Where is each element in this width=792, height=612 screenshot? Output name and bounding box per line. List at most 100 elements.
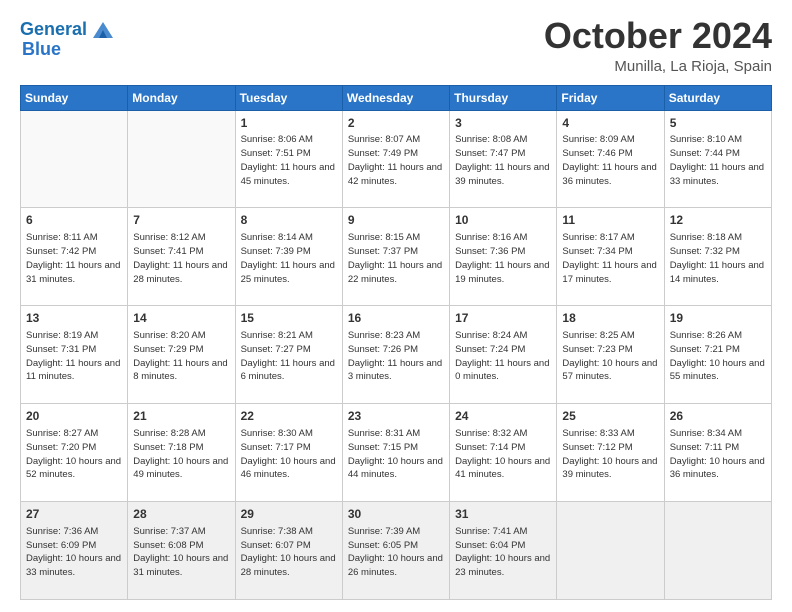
header: General Blue October 2024 Munilla, La Ri…: [20, 16, 772, 75]
calendar-cell: 26Sunrise: 8:34 AM Sunset: 7:11 PM Dayli…: [664, 404, 771, 502]
day-number: 18: [562, 310, 658, 327]
day-info: Sunrise: 8:17 AM Sunset: 7:34 PM Dayligh…: [562, 231, 658, 286]
day-info: Sunrise: 8:27 AM Sunset: 7:20 PM Dayligh…: [26, 427, 122, 482]
day-info: Sunrise: 8:16 AM Sunset: 7:36 PM Dayligh…: [455, 231, 551, 286]
day-number: 6: [26, 212, 122, 229]
title-block: October 2024 Munilla, La Rioja, Spain: [544, 16, 772, 75]
calendar-cell: [557, 502, 664, 600]
day-number: 2: [348, 115, 444, 132]
calendar-cell: 22 Sunrise: 8:30 AM Sunset: 7:17 PM Dayli…: [235, 404, 342, 502]
weekday-header: Thursday: [450, 85, 557, 110]
calendar-cell: 30Sunrise: 7:39 AM Sunset: 6:05 PM Dayli…: [342, 502, 449, 600]
day-number: 31: [455, 506, 551, 523]
day-info: Sunrise: 8:23 AM Sunset: 7:26 PM Dayligh…: [348, 329, 444, 384]
calendar-cell: 15 Sunrise: 8:21 AM Sunset: 7:27 PM Dayli…: [235, 306, 342, 404]
calendar-cell: 4Sunrise: 8:09 AM Sunset: 7:46 PM Daylig…: [557, 110, 664, 208]
day-number: 22: [241, 408, 337, 425]
calendar-week-row: 27Sunrise: 7:36 AM Sunset: 6:09 PM Dayli…: [21, 502, 772, 600]
day-info: Sunrise: 8:21 AM Sunset: 7:27 PM Dayligh…: [241, 329, 337, 384]
day-number: 26: [670, 408, 766, 425]
day-info: Sunrise: 8:11 AM Sunset: 7:42 PM Dayligh…: [26, 231, 122, 286]
day-number: 11: [562, 212, 658, 229]
day-info: Sunrise: 8:24 AM Sunset: 7:24 PM Dayligh…: [455, 329, 551, 384]
calendar-cell: [21, 110, 128, 208]
logo: General Blue: [20, 16, 117, 60]
day-info: Sunrise: 8:18 AM Sunset: 7:32 PM Dayligh…: [670, 231, 766, 286]
day-number: 24: [455, 408, 551, 425]
day-info: Sunrise: 8:31 AM Sunset: 7:15 PM Dayligh…: [348, 427, 444, 482]
calendar-cell: 13Sunrise: 8:19 AM Sunset: 7:31 PM Dayli…: [21, 306, 128, 404]
day-number: 21: [133, 408, 229, 425]
day-info: Sunrise: 8:25 AM Sunset: 7:23 PM Dayligh…: [562, 329, 658, 384]
location-subtitle: Munilla, La Rioja, Spain: [544, 58, 772, 75]
day-info: Sunrise: 8:26 AM Sunset: 7:21 PM Dayligh…: [670, 329, 766, 384]
day-number: 16: [348, 310, 444, 327]
day-info: Sunrise: 8:10 AM Sunset: 7:44 PM Dayligh…: [670, 133, 766, 188]
day-info: Sunrise: 8:33 AM Sunset: 7:12 PM Dayligh…: [562, 427, 658, 482]
day-info: Sunrise: 8:06 AM Sunset: 7:51 PM Dayligh…: [241, 133, 337, 188]
calendar-cell: [664, 502, 771, 600]
day-number: 1: [241, 115, 337, 132]
day-number: 9: [348, 212, 444, 229]
calendar-cell: [128, 110, 235, 208]
day-info: Sunrise: 7:41 AM Sunset: 6:04 PM Dayligh…: [455, 525, 551, 580]
weekday-header: Saturday: [664, 85, 771, 110]
day-info: Sunrise: 8:15 AM Sunset: 7:37 PM Dayligh…: [348, 231, 444, 286]
day-info: Sunrise: 7:37 AM Sunset: 6:08 PM Dayligh…: [133, 525, 229, 580]
calendar-cell: 8 Sunrise: 8:14 AM Sunset: 7:39 PM Daylig…: [235, 208, 342, 306]
day-number: 23: [348, 408, 444, 425]
calendar-cell: 16 Sunrise: 8:23 AM Sunset: 7:26 PM Dayli…: [342, 306, 449, 404]
weekday-header: Friday: [557, 85, 664, 110]
calendar-table: SundayMondayTuesdayWednesdayThursdayFrid…: [20, 85, 772, 600]
weekday-header: Wednesday: [342, 85, 449, 110]
calendar-cell: 21Sunrise: 8:28 AM Sunset: 7:18 PM Dayli…: [128, 404, 235, 502]
month-title: October 2024: [544, 16, 772, 56]
day-info: Sunrise: 8:07 AM Sunset: 7:49 PM Dayligh…: [348, 133, 444, 188]
page: General Blue October 2024 Munilla, La Ri…: [0, 0, 792, 612]
weekday-header-row: SundayMondayTuesdayWednesdayThursdayFrid…: [21, 85, 772, 110]
calendar-cell: 3Sunrise: 8:08 AM Sunset: 7:47 PM Daylig…: [450, 110, 557, 208]
day-info: Sunrise: 8:20 AM Sunset: 7:29 PM Dayligh…: [133, 329, 229, 384]
day-number: 12: [670, 212, 766, 229]
calendar-cell: 24 Sunrise: 8:32 AM Sunset: 7:14 PM Dayli…: [450, 404, 557, 502]
day-number: 7: [133, 212, 229, 229]
day-info: Sunrise: 7:38 AM Sunset: 6:07 PM Dayligh…: [241, 525, 337, 580]
calendar-cell: 28 Sunrise: 7:37 AM Sunset: 6:08 PM Dayli…: [128, 502, 235, 600]
calendar-week-row: 6 Sunrise: 8:11 AM Sunset: 7:42 PM Daylig…: [21, 208, 772, 306]
day-number: 17: [455, 310, 551, 327]
calendar-cell: 1Sunrise: 8:06 AM Sunset: 7:51 PM Daylig…: [235, 110, 342, 208]
day-info: Sunrise: 8:30 AM Sunset: 7:17 PM Dayligh…: [241, 427, 337, 482]
calendar-cell: 7Sunrise: 8:12 AM Sunset: 7:41 PM Daylig…: [128, 208, 235, 306]
calendar-cell: 2Sunrise: 8:07 AM Sunset: 7:49 PM Daylig…: [342, 110, 449, 208]
calendar-cell: 18 Sunrise: 8:25 AM Sunset: 7:23 PM Dayli…: [557, 306, 664, 404]
logo-text2: Blue: [20, 40, 61, 60]
day-number: 30: [348, 506, 444, 523]
weekday-header: Tuesday: [235, 85, 342, 110]
day-info: Sunrise: 8:14 AM Sunset: 7:39 PM Dayligh…: [241, 231, 337, 286]
calendar-cell: 5Sunrise: 8:10 AM Sunset: 7:44 PM Daylig…: [664, 110, 771, 208]
day-number: 8: [241, 212, 337, 229]
calendar-cell: 23 Sunrise: 8:31 AM Sunset: 7:15 PM Dayli…: [342, 404, 449, 502]
calendar-cell: 11 Sunrise: 8:17 AM Sunset: 7:34 PM Dayli…: [557, 208, 664, 306]
day-number: 15: [241, 310, 337, 327]
weekday-header: Sunday: [21, 85, 128, 110]
day-info: Sunrise: 8:32 AM Sunset: 7:14 PM Dayligh…: [455, 427, 551, 482]
day-number: 13: [26, 310, 122, 327]
day-number: 3: [455, 115, 551, 132]
calendar-cell: 25Sunrise: 8:33 AM Sunset: 7:12 PM Dayli…: [557, 404, 664, 502]
day-number: 4: [562, 115, 658, 132]
day-number: 20: [26, 408, 122, 425]
calendar-week-row: 13Sunrise: 8:19 AM Sunset: 7:31 PM Dayli…: [21, 306, 772, 404]
day-number: 28: [133, 506, 229, 523]
logo-text: General: [20, 20, 87, 40]
calendar-week-row: 20 Sunrise: 8:27 AM Sunset: 7:20 PM Dayli…: [21, 404, 772, 502]
day-info: Sunrise: 8:09 AM Sunset: 7:46 PM Dayligh…: [562, 133, 658, 188]
day-info: Sunrise: 8:08 AM Sunset: 7:47 PM Dayligh…: [455, 133, 551, 188]
day-number: 14: [133, 310, 229, 327]
calendar-cell: 14 Sunrise: 8:20 AM Sunset: 7:29 PM Dayli…: [128, 306, 235, 404]
day-number: 5: [670, 115, 766, 132]
day-number: 19: [670, 310, 766, 327]
calendar-cell: 6 Sunrise: 8:11 AM Sunset: 7:42 PM Daylig…: [21, 208, 128, 306]
day-number: 27: [26, 506, 122, 523]
calendar-cell: 20 Sunrise: 8:27 AM Sunset: 7:20 PM Dayli…: [21, 404, 128, 502]
